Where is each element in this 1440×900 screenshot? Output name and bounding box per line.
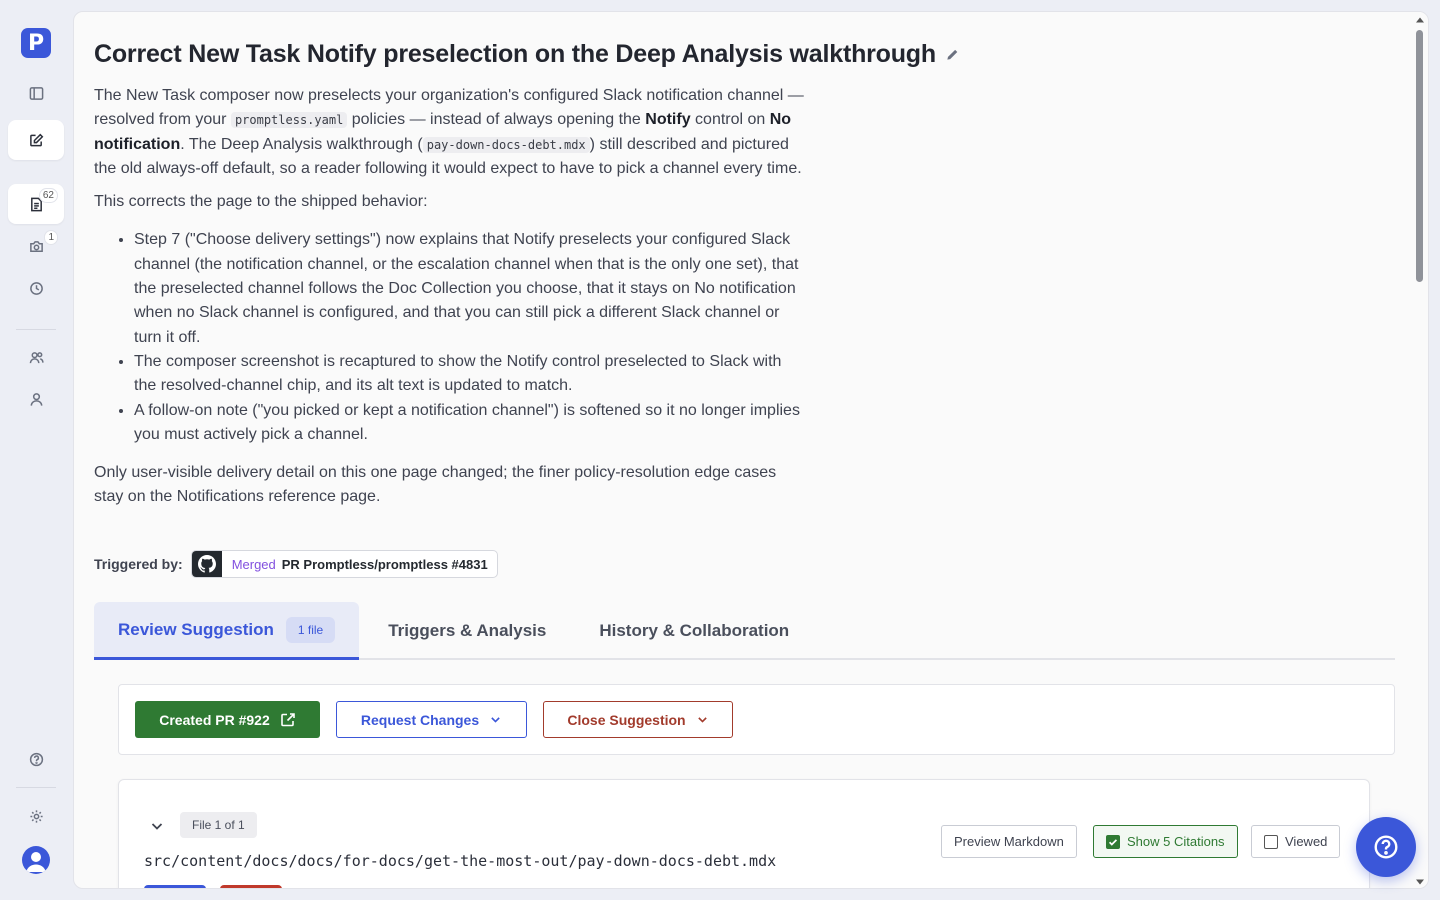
question-circle-icon [1374,835,1398,859]
inline-code: promptless.yaml [230,112,348,129]
screenshots-nav-button[interactable]: 1 [8,226,64,266]
external-link-icon [280,712,295,726]
page-title: Correct New Task Notify preselection on … [94,40,936,68]
diff-tab-stub[interactable] [220,885,282,888]
description-paragraph: Only user-visible delivery detail on thi… [94,464,777,506]
user-avatar[interactable] [22,846,50,874]
preview-markdown-button[interactable]: Preview Markdown [941,825,1077,858]
created-pr-button[interactable]: Created PR #922 [135,701,320,738]
nav-divider [16,787,56,788]
pencil-icon [947,49,958,60]
button-label: Show 5 Citations [1127,834,1225,849]
team-nav-button[interactable] [8,337,64,377]
gear-icon [29,809,43,823]
tab-label: Review Suggestion [118,619,274,639]
avatar-person-icon [26,852,46,872]
checkbox-unchecked-icon [1264,834,1278,849]
tab-bar: Review Suggestion 1 file Triggers & Anal… [94,602,1395,660]
action-bar: Created PR #922 Request Changes Close Su… [118,684,1395,755]
scrollbar[interactable] [1412,12,1428,888]
camera-icon [29,240,43,252]
sidebar: P 62 1 [0,0,72,900]
diff-toolbar-partial [144,885,282,888]
question-circle-icon [29,752,43,766]
diff-tab-stub[interactable] [144,885,206,888]
desc-text: control on [690,111,770,129]
pr-chip[interactable]: Merged PR Promptless/promptless #4831 [190,550,498,578]
triggered-by-label: Triggered by: [94,556,183,572]
suggestion-description: The New Task composer now preselects you… [94,84,804,519]
description-paragraph: This corrects the page to the shipped be… [94,193,428,211]
button-label: Request Changes [360,711,480,728]
new-task-button[interactable] [8,120,64,160]
show-citations-toggle[interactable]: Show 5 Citations [1093,825,1238,858]
request-changes-button[interactable]: Request Changes [336,701,527,738]
tab-review-suggestion[interactable]: Review Suggestion 1 file [94,602,360,660]
list-item: The composer screenshot is recaptured to… [134,350,804,399]
edit-title-button[interactable] [945,47,960,62]
settings-nav-button[interactable] [8,796,64,836]
button-label: Close Suggestion [567,711,686,728]
user-icon [30,392,42,406]
button-label: Viewed [1285,834,1328,849]
inline-code: pay-down-docs-debt.mdx [422,136,590,153]
collapse-file-button[interactable] [149,818,165,834]
desc-text: . The Deep Analysis walkthrough ( [180,135,423,153]
checkbox-checked-icon [1106,834,1120,849]
description-paragraph: The New Task composer now preselects you… [94,84,804,181]
profile-nav-button[interactable] [8,379,64,419]
scroll-down-icon[interactable] [1416,878,1424,886]
chevron-down-icon [697,717,707,723]
button-label: Created PR #922 [159,711,270,728]
tab-label: Triggers & Analysis [388,621,547,640]
close-suggestion-button[interactable]: Close Suggestion [543,701,733,738]
list-item: A follow-on note ("you picked or kept a … [134,399,804,448]
chevron-down-icon [151,823,163,830]
edit-square-icon [29,133,43,146]
users-icon [29,351,44,363]
tab-history-collaboration[interactable]: History & Collaboration [570,602,813,660]
scroll-up-icon[interactable] [1416,16,1424,24]
title-row: Correct New Task Notify preselection on … [94,40,960,69]
bold-text: Notify [645,111,691,129]
change-list: Step 7 ("Choose delivery settings") now … [94,228,804,447]
viewed-checkbox[interactable]: Viewed [1251,825,1341,858]
chevron-down-icon [491,717,500,723]
sidebar-panel-icon [29,86,43,100]
triggered-by-row: Triggered by: Merged PR Promptless/promp… [94,550,498,578]
desc-text: policies — instead of always opening the [347,111,646,129]
help-nav-button[interactable] [8,739,64,779]
app-logo[interactable]: P [21,28,51,58]
file-path: src/content/docs/docs/for-docs/get-the-m… [144,852,777,870]
suggestions-badge: 62 [38,188,58,203]
tab-label: History & Collaboration [599,621,790,640]
scrollbar-thumb[interactable] [1416,30,1423,282]
clock-icon [29,281,43,295]
list-item: Step 7 ("Choose delivery settings") now … [134,228,804,349]
file-card: File 1 of 1 src/content/docs/docs/for-do… [118,779,1370,888]
pr-link[interactable]: PR Promptless/promptless #4831 [282,557,488,572]
help-chat-button[interactable] [1356,817,1416,877]
github-icon [191,551,222,577]
main-panel: Correct New Task Notify preselection on … [73,11,1429,889]
file-counter: File 1 of 1 [180,812,257,838]
suggestions-nav-button[interactable]: 62 [8,184,64,224]
toggle-sidebar-button[interactable] [8,73,64,113]
tab-triggers-analysis[interactable]: Triggers & Analysis [359,602,570,660]
button-label: Preview Markdown [954,834,1064,849]
screenshots-badge: 1 [44,230,58,245]
history-nav-button[interactable] [8,268,64,308]
nav-divider [16,329,56,330]
file-count-pill: 1 file [285,616,336,643]
pr-status: Merged [231,556,276,572]
